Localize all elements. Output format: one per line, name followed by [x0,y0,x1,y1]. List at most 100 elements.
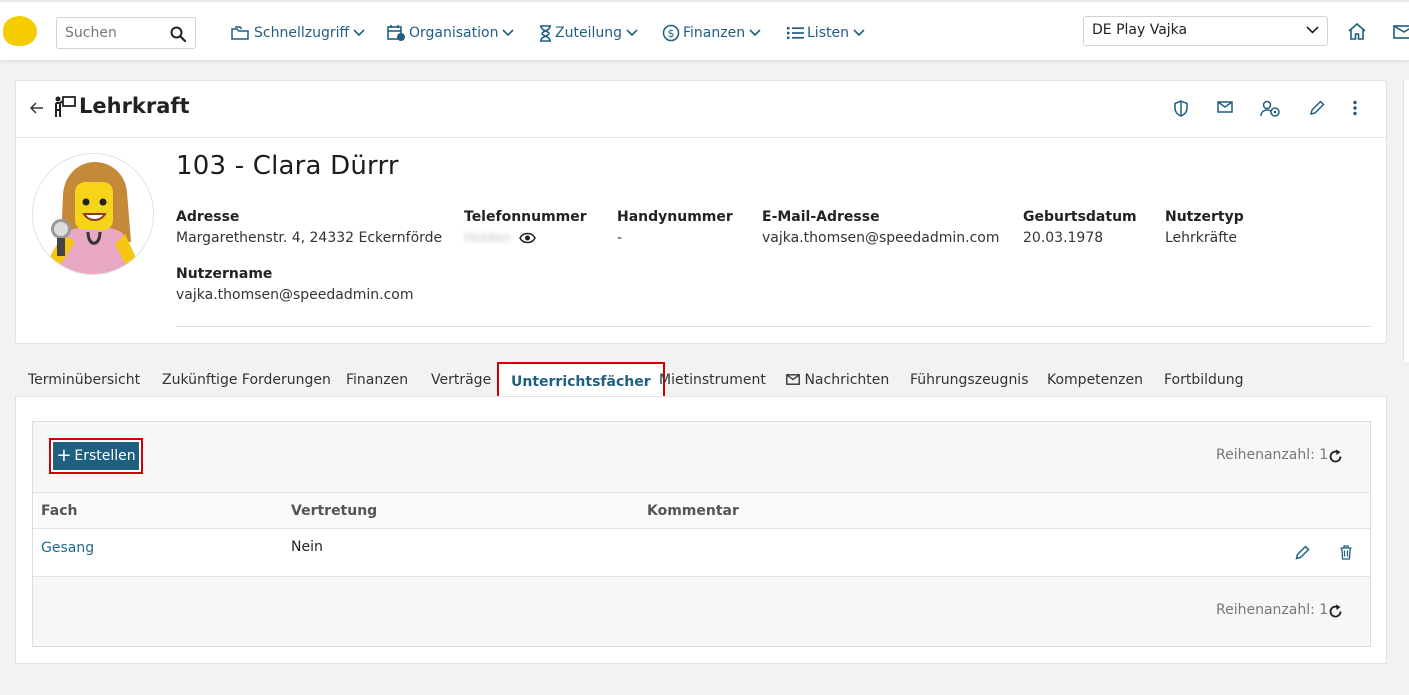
chevron-down-icon [853,29,865,37]
tab-vertraege[interactable]: Verträge [431,362,491,398]
mail-icon [786,374,800,385]
field-label: Nutzername [176,266,273,282]
nav-label: Finanzen [683,25,746,41]
search-box [56,17,196,49]
search-icon[interactable] [170,26,186,42]
mail-icon[interactable] [1217,100,1233,114]
field-value: - [617,230,623,246]
chevron-down-icon [749,29,761,37]
divider [176,326,1371,327]
refresh-icon[interactable] [1328,604,1343,619]
school-select-value: DE Play Vajka [1092,22,1188,38]
tab-fuehrungszeugnis[interactable]: Führungszeugnis [910,362,1029,398]
field-label: Handynummer [617,209,733,225]
avatar [32,153,154,275]
phone-hidden-value: Hidden [464,231,511,246]
school-select[interactable]: DE Play Vajka [1083,16,1328,46]
pencil-icon[interactable] [1295,545,1310,560]
field-label: E-Mail-Adresse [762,209,880,225]
person-name: 103 - Clara Dürrr [176,151,399,181]
page-title: Lehrkraft [79,94,190,118]
chevron-down-icon [1306,26,1319,34]
hourglass-icon [540,24,551,42]
list-icon [787,27,804,39]
chevron-down-icon [626,29,638,37]
dollar-circle-icon: $ [662,24,680,42]
nav-listen[interactable]: Listen [787,22,865,44]
tab-unterrichtsfaecher[interactable]: Unterrichtsfächer [497,362,665,398]
tab-fortbildung[interactable]: Fortbildung [1164,362,1244,398]
nav-label: Schnellzugriff [254,25,350,41]
side-panel-edge [1403,80,1409,362]
nav-schnellzugriff[interactable]: Schnellzugriff [231,22,365,44]
chevron-down-icon [353,29,365,37]
field-usertype: Nutzertyp Lehrkräfte [1165,207,1244,249]
tab-terminuebersicht[interactable]: Terminübersicht [28,362,140,398]
svg-text:$: $ [668,27,675,40]
field-value: Hidden [464,227,587,250]
teacher-card: Lehrkraft 103 - Clara Dürrr Adresse Marg… [15,80,1387,344]
field-username: Nutzername vajka.thomsen@speedadmin.com [176,264,414,306]
field-address: Adresse Margarethenstr. 4, 24332 Eckernf… [176,207,442,249]
search-input[interactable] [57,18,165,48]
teacher-board-icon [55,96,76,117]
nav-label: Zuteilung [555,25,622,41]
trash-icon[interactable] [1340,545,1352,560]
app-logo[interactable] [3,16,37,46]
calendar-clock-icon [387,25,405,41]
eye-icon[interactable] [518,232,536,244]
nav-organisation[interactable]: Organisation [387,22,515,44]
refresh-icon[interactable] [1328,449,1343,464]
chevron-down-icon [502,29,515,37]
column-header-vertretung[interactable]: Vertretung [291,503,377,519]
row-count-bottom: Reihenanzahl: 1 [1216,602,1329,618]
home-icon[interactable] [1347,22,1367,41]
more-vertical-icon[interactable] [1352,100,1358,116]
pencil-icon[interactable] [1309,100,1325,116]
tab-mietinstrument[interactable]: Mietinstrument [659,362,766,398]
nav-zuteilung[interactable]: Zuteilung [539,22,638,44]
column-header-fach[interactable]: Fach [41,503,77,519]
substitution-value: Nein [291,539,323,555]
field-value: vajka.thomsen@speedadmin.com [176,287,414,303]
create-button-inner: + Erstellen [53,442,139,470]
folders-icon [231,26,249,40]
field-value: 20.03.1978 [1023,230,1104,246]
field-value: Margarethenstr. 4, 24332 Eckernförde [176,230,443,246]
field-birthdate: Geburtsdatum 20.03.1978 [1023,207,1137,249]
column-header-kommentar[interactable]: Kommentar [647,503,739,519]
field-value: vajka.thomsen@speedadmin.com [762,230,1000,246]
tab-content-panel: + Erstellen Reihenanzahl: 1 Fach Vertret… [15,396,1387,664]
shield-icon[interactable] [1174,100,1188,117]
table-row: Gesang Nein [33,529,1370,577]
tab-nachrichten[interactable]: Nachrichten [786,362,889,398]
top-navigation-bar: Schnellzugriff Organisation Zuteilung $ … [0,0,1409,60]
subjects-grid: + Erstellen Reihenanzahl: 1 Fach Vertret… [32,421,1371,647]
field-label: Telefonnummer [464,209,587,225]
create-button-label: Erstellen [74,448,136,464]
field-label: Geburtsdatum [1023,209,1137,225]
table-header: Fach Vertretung Kommentar [33,492,1370,529]
field-email: E-Mail-Adresse vajka.thomsen@speedadmin.… [762,207,1000,249]
field-label: Nutzertyp [1165,209,1244,225]
tab-finanzen[interactable]: Finanzen [346,362,408,398]
plus-icon: + [56,445,72,466]
tab-kompetenzen[interactable]: Kompetenzen [1047,362,1143,398]
user-settings-icon[interactable] [1260,100,1281,117]
mail-icon[interactable] [1393,22,1409,40]
create-button[interactable]: + Erstellen [49,438,143,474]
back-arrow-icon[interactable] [30,102,44,114]
field-value: Lehrkräfte [1165,230,1238,246]
field-label: Adresse [176,209,240,225]
subject-link[interactable]: Gesang [41,540,94,556]
field-phone: Telefonnummer Hidden [464,207,587,250]
avatar-image [33,154,153,274]
field-mobile: Handynummer - [617,207,733,249]
row-count-top: Reihenanzahl: 1 [1216,447,1329,463]
tab-zukuenftige-forderungen[interactable]: Zukünftige Forderungen [162,362,331,398]
card-header: Lehrkraft [16,81,1386,138]
nav-finanzen[interactable]: $ Finanzen [662,22,761,44]
nav-label: Listen [807,25,849,41]
nav-label: Organisation [409,25,499,41]
tab-label: Nachrichten [804,372,890,388]
